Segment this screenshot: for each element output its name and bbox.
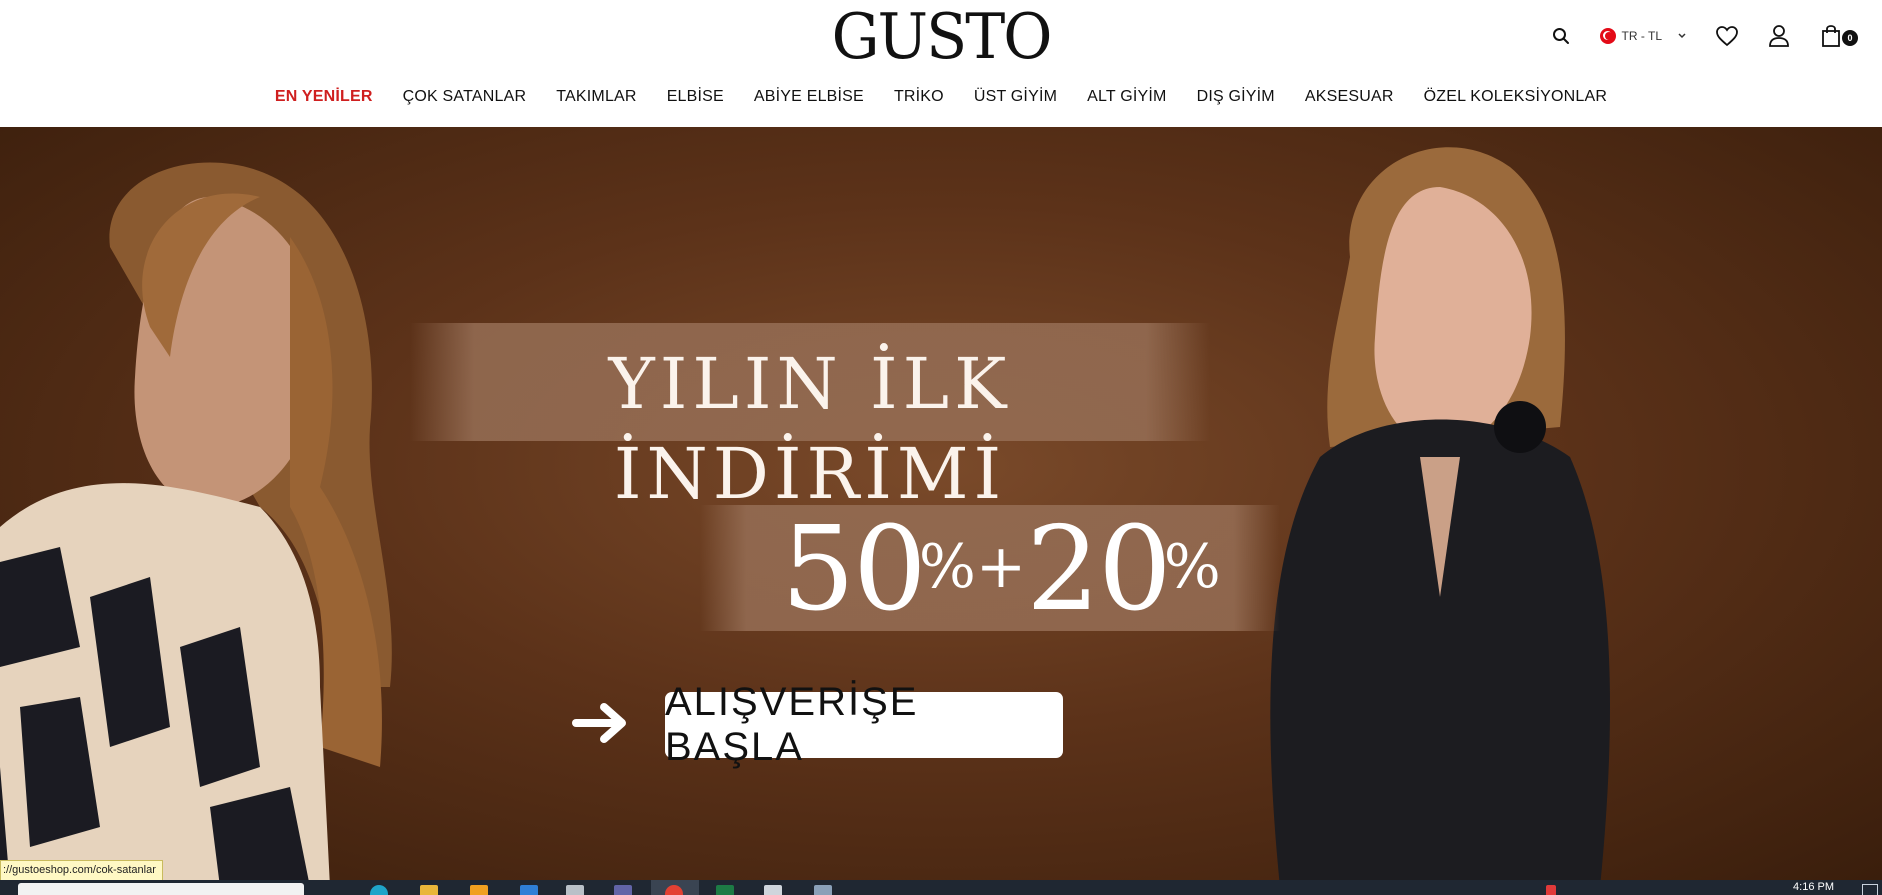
nav-item-alt-giyim[interactable]: ALT GİYİM [1087,88,1166,106]
header-icon-bar: TR - TL 0 [1548,20,1858,52]
taskbar-tool-icon[interactable] [764,885,782,895]
nav-item-ust-giyim[interactable]: ÜST GİYİM [974,88,1057,106]
heart-icon[interactable] [1714,23,1740,49]
plus-sign: + [975,532,1026,602]
start-shopping-button[interactable]: ALIŞVERİŞE BAŞLA [665,680,1063,769]
language-selector[interactable]: TR - TL [1599,28,1688,44]
taskbar-mail-icon[interactable] [520,885,538,895]
percent-sign: % [918,532,976,602]
main-navigation: EN YENİLER ÇOK SATANLAR TAKIMLAR ELBİSE … [0,88,1882,106]
search-icon[interactable] [1548,23,1574,49]
taskbar-excel-icon[interactable] [716,885,734,895]
nav-item-triko[interactable]: TRİKO [894,88,944,106]
taskbar-doc-icon[interactable] [814,885,832,895]
nav-item-elbise[interactable]: ELBİSE [667,88,724,106]
user-icon[interactable] [1766,23,1792,49]
language-label: TR - TL [1621,29,1662,43]
hero-headline: YILIN İLK İNDİRİMİ [608,343,1012,515]
flag-icon [1599,28,1616,44]
show-desktop-icon[interactable] [1862,884,1878,895]
status-bar-url: ://gustoeshop.com/cok-satanlar [0,860,163,882]
model-right-image [1270,147,1610,880]
taskbar-teams-icon[interactable] [614,885,632,895]
taskbar-files-icon[interactable] [566,885,584,895]
nav-item-dis-giyim[interactable]: DIŞ GİYİM [1197,88,1275,106]
nav-item-ozel-koleksiyonlar[interactable]: ÖZEL KOLEKSİYONLAR [1424,88,1608,106]
nav-item-aksesuar[interactable]: AKSESUAR [1305,88,1394,106]
cart-count-badge: 0 [1842,30,1858,46]
taskbar-edge-icon[interactable] [370,885,388,895]
os-taskbar: 4:16 PM [0,880,1882,895]
site-header: GUSTO TR - TL 0 EN YENİLER ÇOK SATANLAR … [0,0,1882,127]
model-left-image [0,162,392,880]
arrow-right-icon [572,703,626,743]
discount-second-value: 20 [1026,502,1172,637]
hero-banner[interactable]: YILIN İLK İNDİRİMİ 50%+20% ALIŞVERİŞE BA… [0,127,1882,880]
taskbar-app-icon[interactable] [470,885,488,895]
discount-text: 50%+20% [770,502,1230,635]
percent-sign: % [1163,532,1221,602]
nav-item-cok-satanlar[interactable]: ÇOK SATANLAR [403,88,527,106]
nav-item-takimlar[interactable]: TAKIMLAR [556,88,636,106]
taskbar-folder-icon[interactable] [420,885,438,895]
nav-item-en-yeniler[interactable]: EN YENİLER [275,88,373,106]
taskbar-search-box[interactable] [18,883,304,895]
taskbar-clock: 4:16 PM [1793,881,1834,893]
nav-item-abiye-elbise[interactable]: ABİYE ELBİSE [754,88,864,106]
discount-first-value: 50 [781,502,927,637]
chevron-down-icon [1678,33,1686,39]
shopping-bag-icon[interactable]: 0 [1818,23,1858,49]
taskbar-notification-icon[interactable] [1546,885,1556,895]
